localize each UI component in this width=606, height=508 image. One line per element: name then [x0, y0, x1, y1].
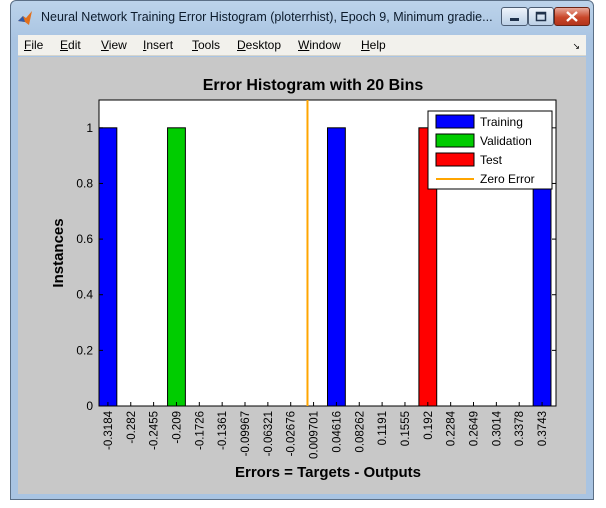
figure-window: Neural Network Training Error Histogram … [10, 0, 594, 500]
x-tick-label: 0.009701 [309, 411, 321, 459]
matlab-logo-icon [18, 11, 32, 25]
x-tick-label: 0.192 [423, 411, 435, 440]
legend-label: Training [480, 115, 523, 129]
close-button[interactable] [554, 7, 590, 26]
x-tick-label: 0.08262 [354, 411, 366, 453]
menu-file[interactable]: File [24, 38, 43, 52]
maximize-button[interactable] [528, 7, 554, 26]
bar-training-0 [98, 127, 118, 407]
y-tick-label: 0 [86, 399, 93, 413]
x-tick-label: -0.1726 [194, 411, 206, 450]
error-histogram-chart[interactable]: Error Histogram with 20 Bins 0 0.2 0.4 0.6 0… [18, 57, 586, 494]
legend-label: Test [480, 153, 503, 167]
y-tick-label: 0.6 [76, 232, 93, 246]
close-icon [566, 11, 578, 22]
window-title: Neural Network Training Error Histogram … [41, 10, 493, 24]
maximize-icon [535, 11, 547, 22]
legend-label: Validation [480, 134, 532, 148]
x-tick-label: -0.1361 [217, 411, 229, 450]
y-tick-label: 1 [86, 121, 93, 135]
legend-swatch-training [435, 114, 475, 129]
x-tick-label: -0.282 [126, 411, 138, 444]
y-tick-label: 0.4 [76, 288, 93, 302]
title-bar[interactable]: Neural Network Training Error Histogram … [11, 1, 593, 35]
x-tick-label: -0.2455 [149, 411, 161, 450]
y-tick-label: 0.8 [76, 176, 93, 190]
chart-title: Error Histogram with 20 Bins [203, 77, 424, 94]
menu-desktop[interactable]: Desktop [237, 38, 281, 52]
legend-swatch-test [435, 152, 475, 167]
y-axis-label: Instances [50, 218, 67, 287]
menu-insert[interactable]: Insert [143, 38, 173, 52]
x-tick-label: 0.1555 [400, 411, 412, 446]
x-tick-label: 0.2284 [446, 410, 458, 446]
legend-swatch-validation [435, 133, 475, 148]
x-tick-label: -0.02676 [286, 411, 298, 456]
x-tick-label: -0.06321 [263, 411, 275, 456]
x-tick-label: -0.09967 [240, 411, 252, 456]
figure-canvas: Error Histogram with 20 Bins 0 0.2 0.4 0.6 0… [18, 57, 586, 494]
x-tick-label: -0.3184 [103, 410, 115, 450]
x-tick-label: 0.3014 [491, 410, 503, 446]
menu-tools[interactable]: Tools [192, 38, 220, 52]
bar-training-10 [327, 127, 346, 407]
menu-help[interactable]: Help [361, 38, 386, 52]
legend-label: Zero Error [480, 172, 535, 186]
legend[interactable]: Training Validation Test Zero Error [427, 110, 553, 190]
y-tick-label: 0.2 [76, 343, 93, 357]
x-tick-label: 0.3378 [514, 411, 526, 446]
bar-validation-3 [167, 127, 186, 407]
x-tick-label: 0.3743 [537, 411, 549, 446]
x-axis-label: Errors = Targets - Outputs [235, 464, 421, 481]
menu-edit[interactable]: Edit [60, 38, 81, 52]
dock-arrow-icon[interactable]: ↘ [572, 41, 580, 52]
menu-view[interactable]: View [101, 38, 127, 52]
minimize-button[interactable] [501, 7, 528, 26]
x-tick-label: 0.2649 [469, 411, 481, 446]
menu-bar: File Edit View Insert Tools Desktop Wind… [18, 35, 586, 56]
x-tick-label: 0.1191 [377, 411, 389, 445]
menu-window[interactable]: Window [298, 38, 341, 52]
x-tick-label: -0.209 [171, 411, 183, 444]
x-tick-label: 0.04616 [331, 411, 343, 453]
minimize-icon [510, 18, 519, 21]
